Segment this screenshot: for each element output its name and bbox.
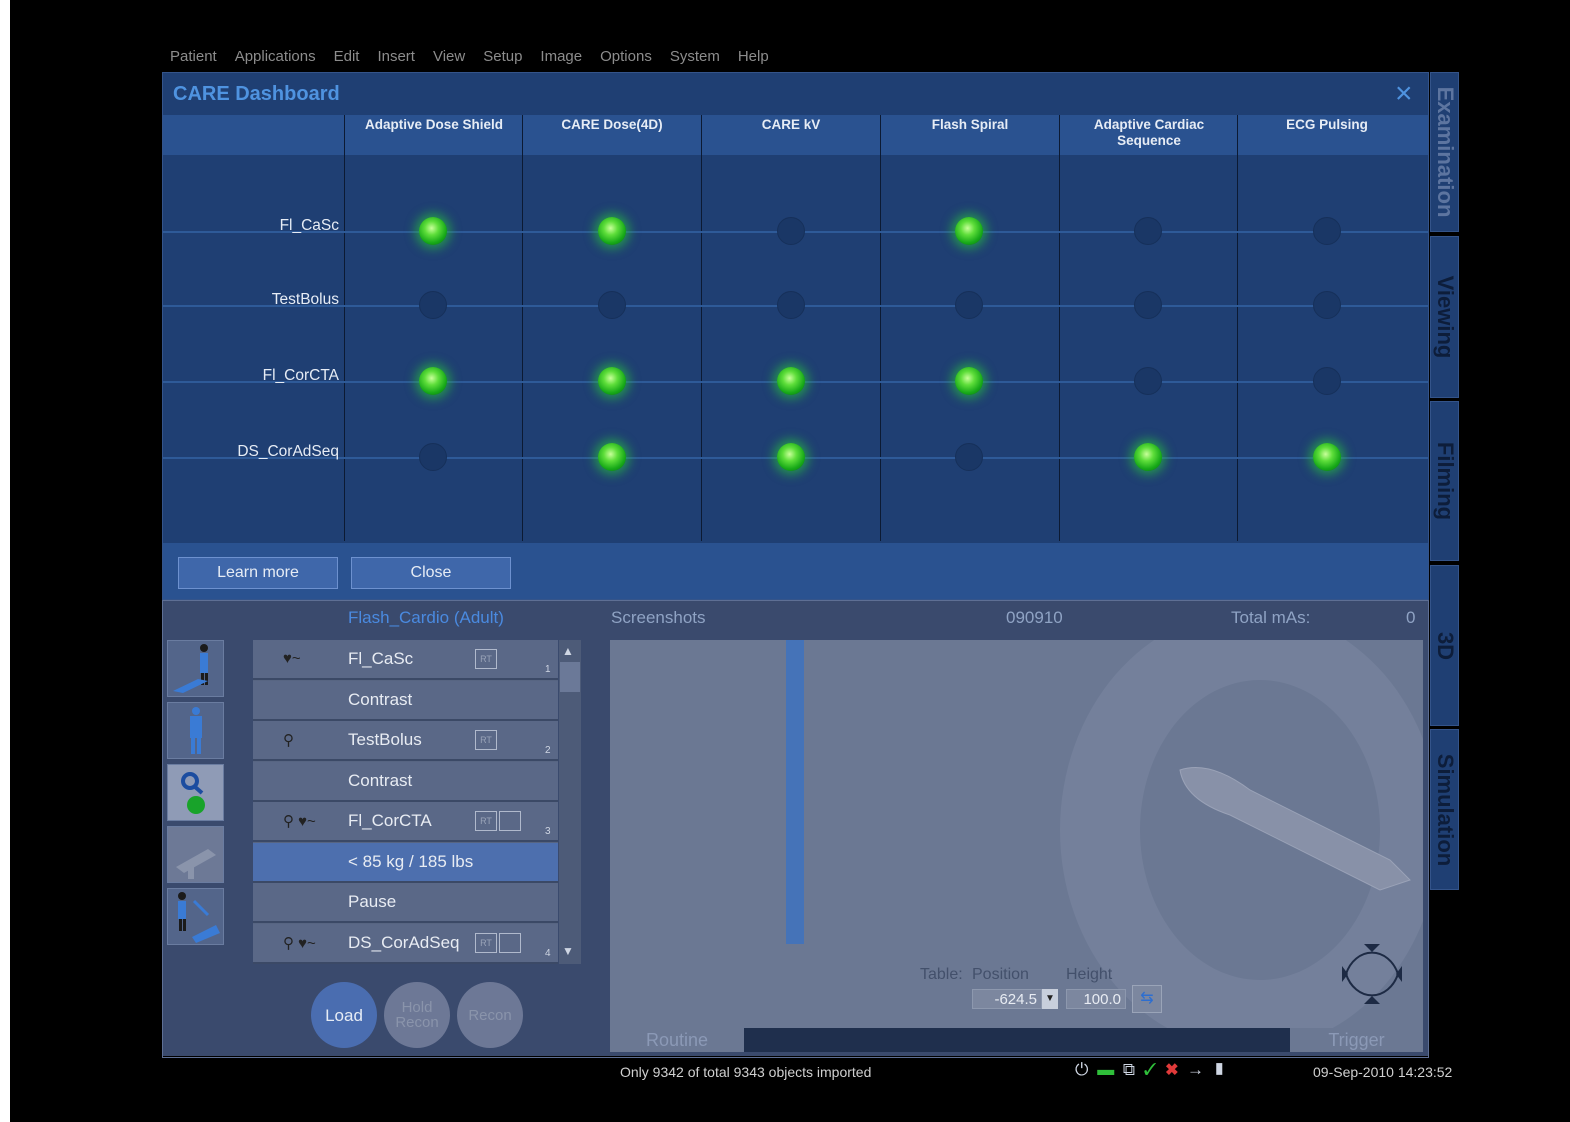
tab-3d-label: 3D xyxy=(1432,631,1458,660)
transfer-icon[interactable]: ✓ xyxy=(1144,1060,1159,1079)
feature-matrix: Fl_CaSc TestBolus Fl_CorCTA DS_CorAdSeq xyxy=(163,73,1428,543)
status-led-off xyxy=(1313,217,1341,245)
status-led-on xyxy=(1313,443,1341,471)
menu-insert[interactable]: Insert xyxy=(377,48,415,70)
status-led-off xyxy=(598,291,626,319)
power-icon[interactable]: ⏻ xyxy=(1075,1060,1090,1079)
row-label: DS_CorAdSeq xyxy=(237,443,339,460)
status-led-on xyxy=(955,367,983,395)
tab-3d[interactable]: 3D xyxy=(1430,565,1459,726)
menu-help[interactable]: Help xyxy=(738,48,769,70)
status-led-off xyxy=(777,217,805,245)
menu-image[interactable]: Image xyxy=(540,48,582,70)
archive-icon[interactable]: ▮ xyxy=(1213,1060,1228,1079)
status-led-on xyxy=(777,367,805,395)
left-edge xyxy=(0,0,10,1122)
status-led-off xyxy=(419,291,447,319)
status-led-on xyxy=(1134,443,1162,471)
status-led-off xyxy=(1134,217,1162,245)
menu-bar: Patient Applications Edit Insert View Se… xyxy=(170,48,787,70)
menu-applications[interactable]: Applications xyxy=(235,48,316,70)
menu-options[interactable]: Options xyxy=(600,48,652,70)
row-label: Fl_CaSc xyxy=(279,217,339,234)
arrow-icon: → xyxy=(1187,1060,1207,1079)
tab-examination[interactable]: Examination xyxy=(1430,72,1459,232)
status-led-off xyxy=(1313,291,1341,319)
status-led-off xyxy=(955,443,983,471)
menu-setup[interactable]: Setup xyxy=(483,48,522,70)
tab-viewing-label: Viewing xyxy=(1432,275,1458,359)
network-icon[interactable]: ▬ xyxy=(1097,1060,1116,1079)
learn-more-button[interactable]: Learn more xyxy=(178,557,338,589)
menu-edit[interactable]: Edit xyxy=(334,48,360,70)
status-led-off xyxy=(1134,367,1162,395)
menu-view[interactable]: View xyxy=(433,48,465,70)
tab-examination-label: Examination xyxy=(1432,86,1458,218)
status-led-on xyxy=(598,367,626,395)
tab-simulation-label: Simulation xyxy=(1432,753,1458,866)
system-tray-icons: ⏻ ▬ ⧉ ✓ ✖ → ▮ xyxy=(1075,1060,1228,1080)
status-led-off xyxy=(777,291,805,319)
tab-viewing[interactable]: Viewing xyxy=(1430,236,1459,398)
tab-simulation[interactable]: Simulation xyxy=(1430,729,1459,890)
status-led-on xyxy=(419,367,447,395)
status-led-off xyxy=(1134,291,1162,319)
devices-icon[interactable]: ⧉ xyxy=(1123,1060,1137,1079)
tab-filming[interactable]: Filming xyxy=(1430,401,1459,561)
error-icon[interactable]: ✖ xyxy=(1165,1060,1180,1079)
status-led-off xyxy=(1313,367,1341,395)
clock: 09-Sep-2010 14:23:52 xyxy=(1313,1064,1453,1080)
tab-filming-label: Filming xyxy=(1432,441,1458,521)
close-button[interactable]: Close xyxy=(351,557,511,589)
row-label: TestBolus xyxy=(271,291,339,308)
status-led-on xyxy=(955,217,983,245)
row-label: Fl_CorCTA xyxy=(262,367,339,384)
status-led-on xyxy=(598,443,626,471)
menu-patient[interactable]: Patient xyxy=(170,48,217,70)
menu-system[interactable]: System xyxy=(670,48,720,70)
status-led-on xyxy=(419,217,447,245)
status-led-on xyxy=(598,217,626,245)
status-led-off xyxy=(955,291,983,319)
status-led-off xyxy=(419,443,447,471)
examination-panel-frame xyxy=(162,600,1429,1058)
care-dashboard-dialog: CARE Dashboard × Adaptive Dose Shield CA… xyxy=(162,72,1429,600)
status-message: Only 9342 of total 9343 objects imported xyxy=(620,1064,872,1080)
status-led-on xyxy=(777,443,805,471)
